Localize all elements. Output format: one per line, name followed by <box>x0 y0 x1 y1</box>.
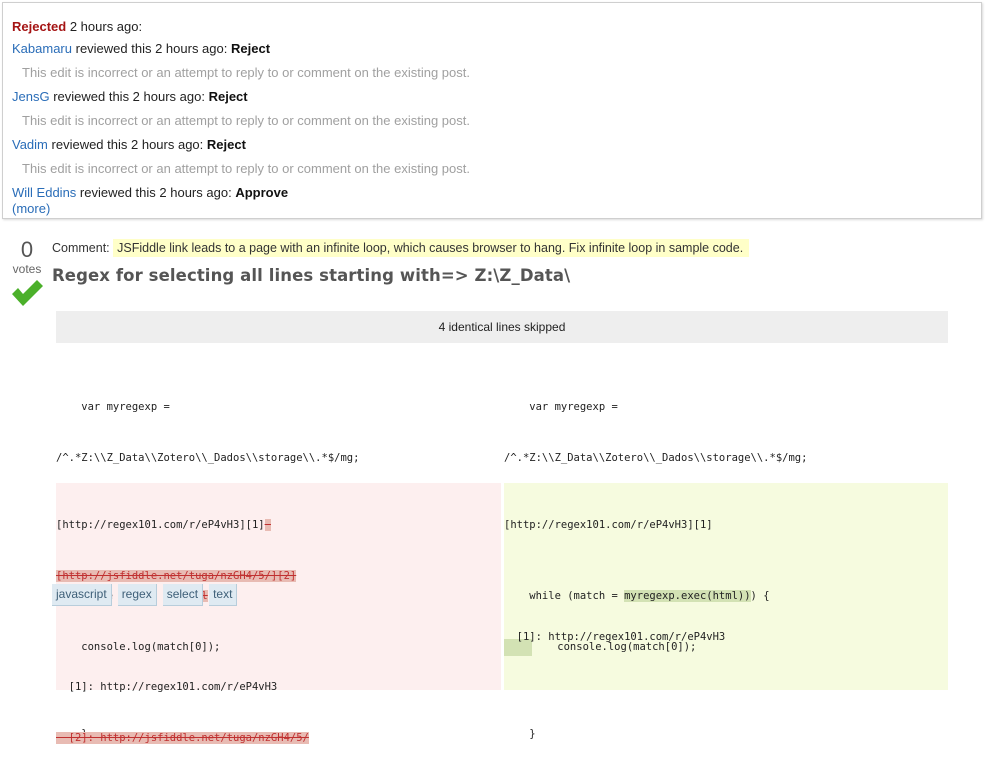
code-line: /^.*Z:\\Z_Data\\Zotero\\_Dados\\storage\… <box>56 452 360 464</box>
review-entry: JensG reviewed this 2 hours ago: Reject <box>12 88 981 112</box>
tag-text[interactable]: text <box>209 584 238 606</box>
review-verdict: Reject <box>231 41 271 56</box>
code-line: [2]: http://jsfiddle.net/tuga/nzGH4/5/ <box>56 730 501 747</box>
accepted-check-icon <box>12 280 43 306</box>
comment-text: JSFiddle link leads to a page with an in… <box>113 239 750 257</box>
review-history-box: Rejected 2 hours ago: Kabamaru reviewed … <box>2 2 982 219</box>
review-reason: This edit is incorrect or an attempt to … <box>22 113 470 128</box>
review-text: reviewed this 2 hours ago: <box>75 41 228 56</box>
comment-label: Comment: <box>52 241 110 255</box>
review-text: reviewed this 2 hours ago: <box>79 185 232 200</box>
code-line: /^.*Z:\\Z_Data\\Zotero\\_Dados\\storage\… <box>504 452 808 464</box>
code-line: [http://regex101.com/r/eP4vH3][1] <box>56 517 501 534</box>
deleted-text: [http://jsfiddle.net/tuga/nzGH4/5/][2] <box>56 570 297 582</box>
review-verdict: Reject <box>206 137 246 152</box>
tag-select[interactable]: select <box>162 584 204 606</box>
diff-right-links: [http://regex101.com/r/eP4vH3][1] [1]: h… <box>504 483 948 643</box>
reviewer-link[interactable]: Will Eddins <box>12 185 76 200</box>
review-entry: Kabamaru reviewed this 2 hours ago: Reje… <box>12 40 981 64</box>
review-verdict: Reject <box>208 89 248 104</box>
review-verdict: Approve <box>235 185 289 200</box>
code-line: [http://jsfiddle.net/tuga/nzGH4/5/][2] <box>56 568 501 585</box>
more-link[interactable]: (more) <box>12 202 981 215</box>
code-line: console.log(match[0]); <box>56 641 221 653</box>
reviewer-link[interactable]: JensG <box>12 89 50 104</box>
status-time: 2 hours ago: <box>69 19 143 34</box>
reviewer-link[interactable]: Kabamaru <box>12 41 72 56</box>
skipped-lines-bar[interactable]: 4 identical lines skipped <box>56 311 948 343</box>
edit-comment: Comment: JSFiddle link leads to a page w… <box>52 238 750 258</box>
diff-left-links: [http://regex101.com/r/eP4vH3][1] [http:… <box>56 483 501 744</box>
review-status: Rejected 2 hours ago: <box>12 18 981 40</box>
review-reason: This edit is incorrect or an attempt to … <box>22 161 470 176</box>
review-text: reviewed this 2 hours ago: <box>53 89 205 104</box>
review-entry: Vadim reviewed this 2 hours ago: Reject <box>12 136 981 160</box>
question-title: Regex for selecting all lines starting w… <box>52 266 571 285</box>
code-line: [1]: http://regex101.com/r/eP4vH3 <box>56 681 278 693</box>
code-line: var myregexp = <box>56 401 170 413</box>
deleted-text <box>264 519 271 531</box>
code-line: var myregexp = <box>504 401 618 413</box>
review-text: reviewed this 2 hours ago: <box>51 137 204 152</box>
reviewer-link[interactable]: Vadim <box>12 137 48 152</box>
tag-javascript[interactable]: javascript <box>52 584 112 606</box>
tag-list: javascript regex select text <box>52 584 238 606</box>
votes-label: votes <box>12 262 42 276</box>
vote-count: 0 <box>20 237 34 262</box>
code-line: [http://regex101.com/r/eP4vH3][1] <box>504 519 713 531</box>
tag-regex[interactable]: regex <box>117 584 157 606</box>
review-reason: This edit is incorrect or an attempt to … <box>22 65 470 80</box>
code-line: } <box>504 728 536 740</box>
vote-panel: 0 votes <box>10 238 44 307</box>
code-text: [http://regex101.com/r/eP4vH3][1] <box>56 519 265 531</box>
status-label: Rejected <box>12 19 67 34</box>
code-line: [1]: http://regex101.com/r/eP4vH3 <box>504 631 726 643</box>
deleted-text: [2]: http://jsfiddle.net/tuga/nzGH4/5/ <box>56 732 309 744</box>
